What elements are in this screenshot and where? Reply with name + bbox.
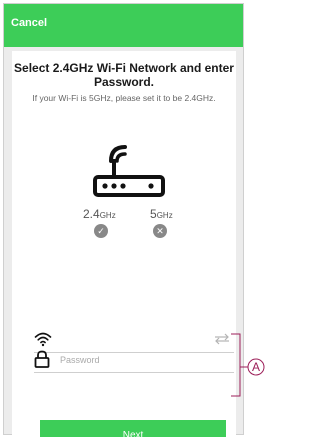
top-bar: Cancel bbox=[4, 4, 243, 47]
swap-icon[interactable] bbox=[214, 333, 230, 345]
phone-screen: Cancel Select 2.4GHz Wi-Fi Network and e… bbox=[3, 3, 244, 437]
band-value: 2.4 bbox=[83, 207, 100, 221]
password-field bbox=[34, 347, 234, 373]
band-value: 5 bbox=[150, 207, 157, 221]
router-icon bbox=[93, 145, 165, 197]
check-icon: ✓ bbox=[94, 224, 108, 238]
content-card: Select 2.4GHz Wi-Fi Network and enter Pa… bbox=[12, 51, 236, 437]
band-unit: GHz bbox=[156, 211, 173, 220]
wifi-icon bbox=[34, 332, 52, 347]
lock-icon bbox=[34, 350, 50, 368]
band-5ghz: 5GHz bbox=[150, 207, 173, 221]
cross-icon: ✕ bbox=[153, 224, 167, 238]
next-button[interactable]: Next bbox=[40, 420, 226, 437]
band-2-4ghz: 2.4GHz bbox=[83, 207, 116, 221]
cancel-button[interactable]: Cancel bbox=[11, 17, 47, 29]
page-title: Select 2.4GHz Wi-Fi Network and enter Pa… bbox=[14, 61, 234, 89]
annotation-label: A bbox=[251, 360, 260, 374]
password-input[interactable] bbox=[60, 351, 220, 369]
page-subtitle: If your Wi-Fi is 5GHz, please set it to … bbox=[32, 93, 216, 103]
band-unit: GHz bbox=[99, 211, 116, 220]
